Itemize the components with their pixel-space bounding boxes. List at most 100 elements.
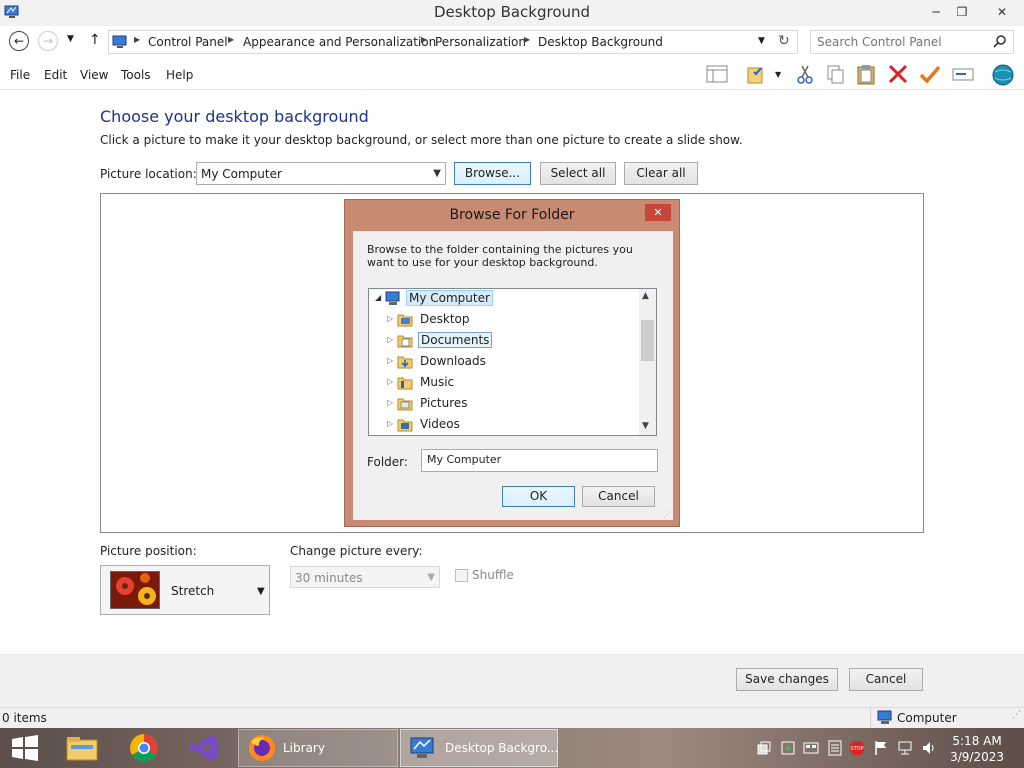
chevron-right-icon[interactable]: ▶ — [524, 35, 530, 44]
flag-icon[interactable] — [873, 740, 889, 756]
tree-item-music[interactable]: ▷ Music — [387, 373, 627, 393]
ok-button[interactable]: OK — [502, 486, 575, 507]
stop-icon[interactable]: STOP — [849, 740, 865, 756]
tree-item-my-computer[interactable]: ◢ My Computer — [375, 289, 635, 309]
network-adapter-icon[interactable] — [756, 740, 772, 756]
menu-file[interactable]: File — [10, 68, 30, 82]
dialog-close-button[interactable]: ✕ — [645, 204, 671, 221]
refresh-icon[interactable]: ↻ — [778, 33, 790, 49]
collapsed-icon[interactable]: ▷ — [387, 398, 393, 407]
change-picture-select[interactable]: 30 minutes ▼ — [290, 566, 440, 588]
delete-icon[interactable] — [886, 63, 912, 87]
address-bar[interactable]: ▶ Control Panel ▶ Appearance and Persona… — [108, 30, 798, 54]
save-changes-button[interactable]: Save changes — [736, 668, 838, 691]
breadcrumb-personalization[interactable]: Personalization — [435, 35, 526, 49]
chevron-down-icon: ▼ — [433, 168, 441, 179]
properties-icon[interactable] — [745, 63, 771, 87]
breadcrumb-control-panel[interactable]: Control Panel — [148, 35, 228, 49]
tree-item-documents[interactable]: ▷ Documents — [387, 331, 627, 351]
volume-icon[interactable] — [921, 740, 937, 756]
dialog-title: Browse For Folder — [449, 207, 575, 223]
forward-button[interactable]: → — [38, 31, 58, 51]
start-button[interactable] — [8, 729, 42, 767]
title-bar: Desktop Background ─ ❐ ✕ — [0, 0, 1024, 26]
visual-studio-icon[interactable] — [184, 729, 224, 767]
tree-item-label: Desktop — [420, 312, 470, 326]
browse-folder-dialog: Browse For Folder ✕ Browse to the folder… — [344, 199, 680, 527]
picture-location-select[interactable]: My Computer ▼ — [196, 162, 446, 185]
scroll-thumb[interactable] — [641, 320, 654, 361]
resize-grip-icon[interactable]: ⋰ — [663, 510, 671, 519]
collapsed-icon[interactable]: ▷ — [387, 335, 393, 344]
folder-field[interactable]: My Computer — [421, 449, 658, 472]
sync-icon[interactable] — [780, 740, 796, 756]
status-location: Computer — [897, 711, 957, 725]
item-count: 0 items — [2, 711, 47, 725]
clear-all-button[interactable]: Clear all — [624, 162, 698, 185]
collapsed-icon[interactable]: ▷ — [387, 377, 393, 386]
folder-tree[interactable]: ◢ My Computer ▷ Desktop ▷ Documents ▷ Do… — [368, 288, 657, 436]
chevron-right-icon[interactable]: ▶ — [228, 35, 234, 44]
breadcrumb-desktop-background[interactable]: Desktop Background — [538, 35, 663, 49]
menu-help[interactable]: Help — [166, 68, 193, 82]
chrome-icon[interactable] — [124, 729, 164, 767]
paste-icon[interactable] — [854, 63, 880, 87]
select-all-button[interactable]: Select all — [540, 162, 616, 185]
minimize-button[interactable]: ─ — [926, 2, 946, 22]
tree-item-downloads[interactable]: ▷ Downloads — [387, 352, 627, 372]
scroll-down-icon[interactable]: ▼ — [642, 421, 649, 431]
search-input[interactable] — [817, 34, 987, 50]
control-panel-icon — [112, 34, 128, 53]
chevron-down-icon[interactable]: ▼ — [758, 36, 765, 46]
back-button[interactable]: ← — [9, 31, 29, 51]
picture-location-value: My Computer — [201, 167, 282, 181]
layout-icon[interactable] — [705, 63, 731, 87]
menu-view[interactable]: View — [80, 68, 108, 82]
scroll-up-icon[interactable]: ▲ — [642, 291, 649, 301]
collapsed-icon[interactable]: ▷ — [387, 356, 393, 365]
tree-item-pictures[interactable]: ▷ Pictures — [387, 394, 627, 414]
menu-edit[interactable]: Edit — [44, 68, 67, 82]
chevron-down-icon[interactable]: ▼ — [775, 70, 781, 79]
menu-tools[interactable]: Tools — [121, 68, 151, 82]
status-bar: 0 items Computer ⋰ — [0, 707, 1024, 728]
browse-button[interactable]: Browse... — [454, 162, 531, 185]
chevron-down-icon: ▼ — [427, 572, 435, 583]
collapsed-icon[interactable]: ▷ — [387, 419, 393, 428]
display-icon[interactable] — [827, 740, 843, 756]
picture-position-select[interactable]: Stretch ▼ — [100, 565, 270, 615]
network-icon[interactable] — [897, 740, 913, 756]
file-explorer-icon[interactable] — [62, 729, 102, 767]
rename-icon[interactable] — [951, 63, 977, 87]
system-clock[interactable]: 5:18 AM 3/9/2023 — [950, 733, 1004, 765]
restore-button[interactable]: ❐ — [952, 2, 972, 22]
search-icon[interactable] — [993, 34, 1007, 51]
cancel-button[interactable]: Cancel — [849, 668, 923, 691]
up-icon[interactable]: ↑ — [89, 32, 101, 48]
tree-item-label: Downloads — [420, 354, 486, 368]
picture-thumbnail — [110, 571, 160, 609]
dialog-cancel-button[interactable]: Cancel — [582, 486, 655, 507]
breadcrumb-appearance[interactable]: Appearance and Personalization — [243, 35, 436, 49]
collapsed-icon[interactable]: ▷ — [387, 314, 393, 323]
recent-pages-icon[interactable]: ▼ — [67, 34, 74, 44]
cut-icon[interactable] — [793, 63, 819, 87]
copy-icon[interactable] — [823, 63, 849, 87]
globe-icon[interactable] — [990, 63, 1016, 87]
tree-scrollbar[interactable]: ▲ ▼ — [639, 289, 656, 435]
tree-item-videos[interactable]: ▷ Videos — [387, 415, 627, 435]
taskbar-window-label: Desktop Backgro... — [445, 741, 559, 755]
shuffle-checkbox[interactable] — [455, 569, 468, 582]
taskbar-firefox-library[interactable]: Library — [238, 729, 398, 767]
chevron-right-icon[interactable]: ▶ — [421, 35, 427, 44]
tree-item-desktop[interactable]: ▷ Desktop — [387, 310, 627, 330]
keyboard-icon[interactable] — [803, 740, 819, 756]
check-icon[interactable] — [918, 63, 944, 87]
chevron-right-icon: ▶ — [134, 35, 141, 44]
search-box[interactable] — [810, 30, 1014, 54]
expanded-icon[interactable]: ◢ — [375, 293, 381, 302]
taskbar-desktop-background[interactable]: Desktop Backgro... — [400, 729, 558, 767]
resize-grip-icon[interactable]: ⋰ — [1012, 710, 1021, 720]
folder-icon — [397, 396, 413, 411]
close-button[interactable]: ✕ — [992, 2, 1012, 22]
